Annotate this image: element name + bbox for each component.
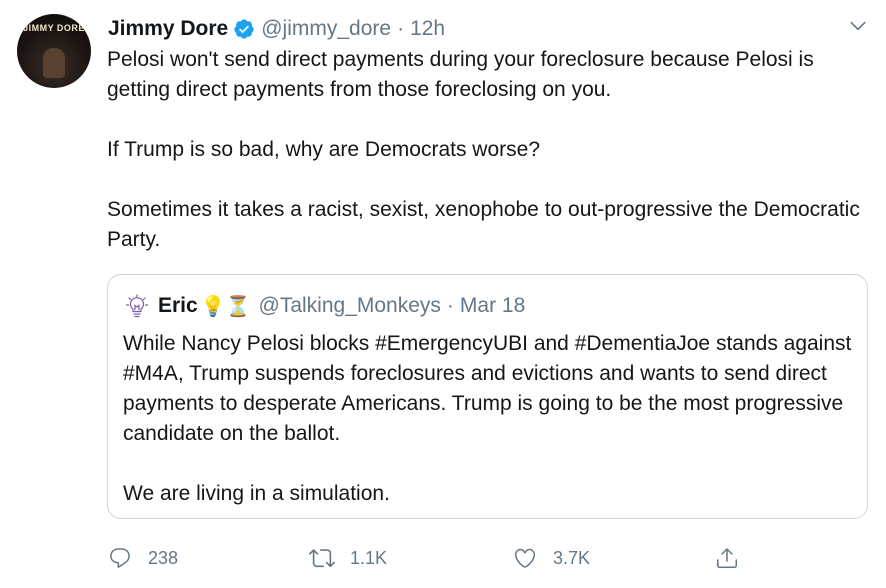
- quoted-paragraph: While Nancy Pelosi blocks #EmergencyUBI …: [123, 332, 852, 445]
- quoted-author-emojis: 💡⏳: [200, 295, 251, 318]
- avatar-figure: [43, 48, 65, 78]
- reply-button[interactable]: 238: [107, 541, 178, 575]
- reply-count: 238: [148, 547, 179, 568]
- quoted-paragraph: We are living in a simulation.: [123, 482, 390, 505]
- author-handle[interactable]: @jimmy_dore: [261, 17, 391, 41]
- separator-dot: ·: [397, 17, 405, 40]
- separator-dot: ·: [446, 294, 454, 317]
- timestamp[interactable]: 12h: [410, 17, 445, 41]
- tweet-actions: 238 1.1K 3.7K: [107, 541, 747, 575]
- retweet-count: 1.1K: [350, 547, 388, 568]
- retweet-icon[interactable]: [309, 545, 335, 571]
- author-name[interactable]: Jimmy Dore: [108, 17, 228, 41]
- avatar[interactable]: JIMMY DORE: [17, 14, 91, 88]
- tweet-text: Pelosi won't send direct payments during…: [107, 45, 877, 255]
- heart-icon[interactable]: [512, 545, 538, 571]
- tweet-paragraph: Pelosi won't send direct payments during…: [107, 48, 814, 101]
- quoted-timestamp[interactable]: Mar 18: [460, 294, 525, 318]
- verified-badge-icon: [233, 18, 255, 40]
- tweet-paragraph: If Trump is so bad, why are Democrats wo…: [107, 138, 540, 161]
- retweet-button[interactable]: 1.1K: [309, 541, 387, 575]
- quoted-author-handle[interactable]: @Talking_Monkeys: [259, 294, 441, 318]
- tweet-header: Jimmy Dore @jimmy_dore · 12h: [108, 14, 445, 44]
- reply-icon[interactable]: [107, 545, 133, 571]
- like-count: 3.7K: [553, 547, 591, 568]
- like-button[interactable]: 3.7K: [512, 541, 590, 575]
- quoted-tweet-text: While Nancy Pelosi blocks #EmergencyUBI …: [123, 329, 858, 509]
- quoted-tweet[interactable]: Eric 💡⏳ @Talking_Monkeys · Mar 18 While …: [107, 274, 868, 519]
- share-icon[interactable]: [714, 545, 740, 571]
- quoted-tweet-header: Eric 💡⏳ @Talking_Monkeys · Mar 18: [124, 291, 525, 321]
- chevron-down-icon[interactable]: [846, 14, 870, 38]
- lightbulb-icon[interactable]: [124, 293, 150, 319]
- avatar-text: JIMMY DORE: [23, 23, 85, 33]
- share-button[interactable]: [714, 541, 740, 575]
- quoted-author-name[interactable]: Eric: [158, 294, 198, 318]
- tweet-paragraph: Sometimes it takes a racist, sexist, xen…: [107, 198, 860, 251]
